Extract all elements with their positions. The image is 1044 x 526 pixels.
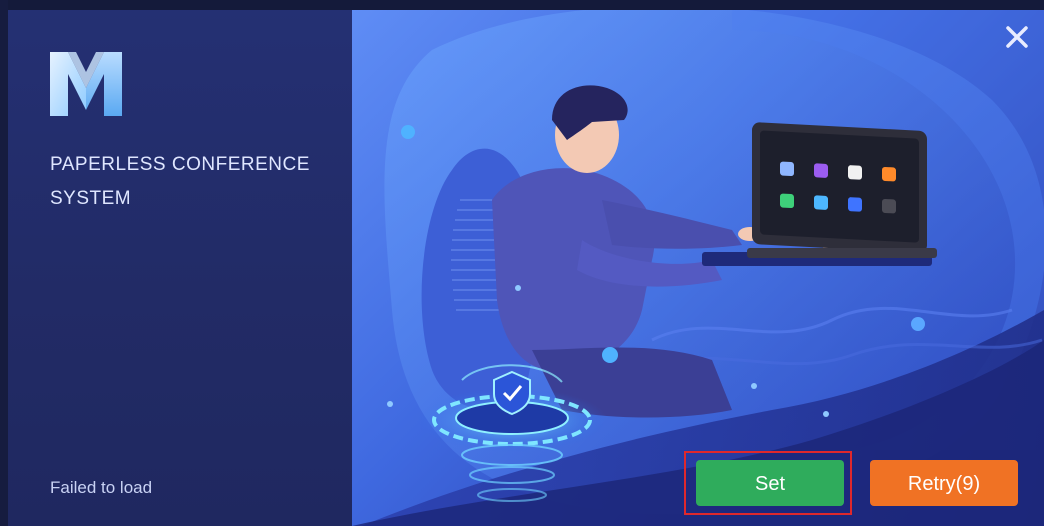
loading-dialog: PAPERLESS CONFERENCE SYSTEM Failed to lo… xyxy=(8,10,1044,526)
status-message: Failed to load xyxy=(50,478,153,497)
set-button[interactable]: Set xyxy=(696,460,844,506)
hero-illustration xyxy=(352,10,1044,526)
conference-illustration xyxy=(352,10,1044,526)
product-title-line1: PAPERLESS CONFERENCE xyxy=(50,154,310,175)
m-logo-icon xyxy=(50,52,122,116)
branding-panel: PAPERLESS CONFERENCE SYSTEM Failed to lo… xyxy=(8,10,352,526)
retry-button[interactable]: Retry(9) xyxy=(870,460,1018,506)
window-left-border xyxy=(0,0,8,526)
close-icon[interactable] xyxy=(1004,24,1030,50)
product-title: PAPERLESS CONFERENCE SYSTEM xyxy=(50,148,350,216)
product-title-line2: SYSTEM xyxy=(50,188,132,209)
window-top-border xyxy=(0,0,1044,10)
